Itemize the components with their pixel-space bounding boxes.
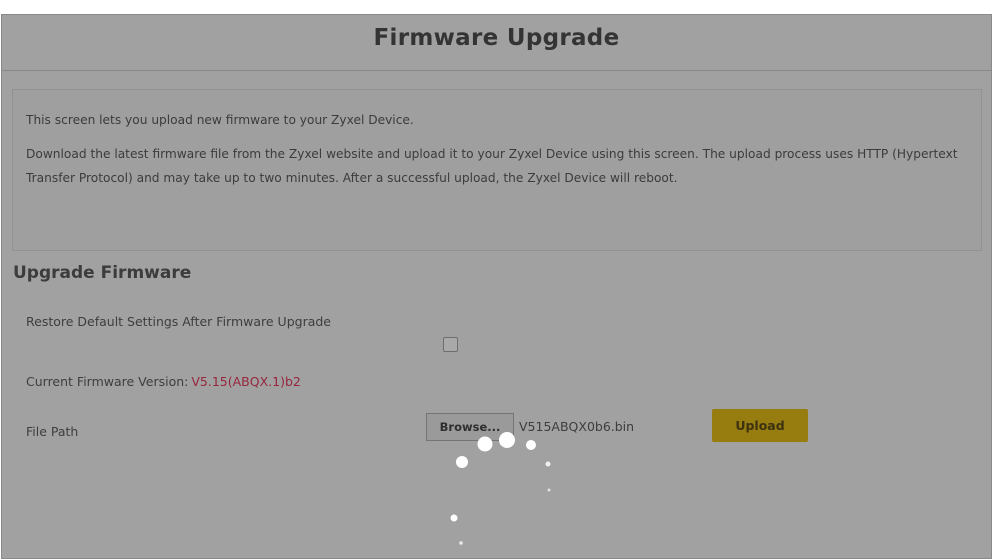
firmware-upgrade-screen: Firmware Upgrade This screen lets you up… bbox=[1, 14, 992, 559]
spinner-dot bbox=[499, 432, 515, 448]
spinner-dot bbox=[477, 436, 493, 452]
loading-spinner-icon bbox=[450, 432, 551, 545]
screen: { "page": { "title": "Firmware Upgrade" … bbox=[0, 0, 993, 559]
spinner-dot bbox=[526, 440, 536, 450]
spinner-dot bbox=[547, 488, 551, 492]
spinner-dot bbox=[459, 541, 463, 545]
spinner-dot bbox=[545, 461, 551, 467]
spinner-dot bbox=[450, 514, 458, 522]
spinner-dot bbox=[456, 456, 468, 468]
figure-caption-area bbox=[0, 0, 993, 14]
